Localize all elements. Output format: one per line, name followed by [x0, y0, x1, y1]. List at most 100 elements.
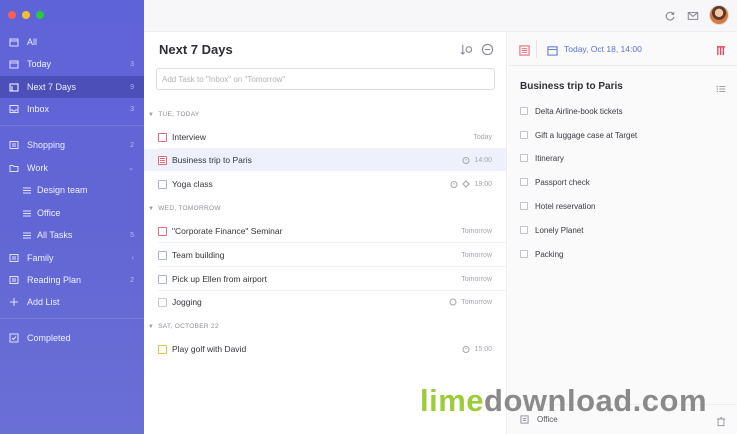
task-checkbox[interactable]	[158, 344, 167, 354]
window-controls	[8, 11, 44, 19]
task-checkbox[interactable]	[158, 297, 167, 307]
sidebar-item-label: Shopping	[27, 140, 66, 150]
task-checkbox[interactable]	[158, 226, 167, 236]
mail-icon[interactable]	[686, 9, 700, 23]
task-checkbox[interactable]	[158, 179, 167, 189]
more-options-icon[interactable]	[481, 43, 495, 57]
add-list-button[interactable]: Add List	[0, 291, 144, 313]
sidebar-item-count: 9	[130, 83, 134, 91]
calendar-icon[interactable]	[547, 43, 559, 56]
sidebar-item-all[interactable]: All	[0, 31, 144, 53]
section-header[interactable]: ▼ WED, TOMORROW	[148, 205, 221, 212]
checklist-checkbox[interactable]	[520, 226, 528, 234]
task-row[interactable]: Team building Tomorrow	[144, 244, 506, 266]
checklist-item[interactable]: Hotel reservation	[520, 199, 595, 213]
task-checkbox[interactable]	[158, 132, 167, 142]
sidebar-item-label: Add List	[27, 297, 60, 307]
checklist-checkbox[interactable]	[520, 202, 528, 210]
task-note-checkbox[interactable]	[158, 155, 167, 165]
task-due-label: Tomorrow	[461, 251, 492, 259]
checklist-mode-icon[interactable]	[716, 81, 728, 93]
task-title: Pick up Ellen from airport	[172, 274, 267, 284]
chevron-down-icon[interactable]: ⌄	[128, 164, 134, 172]
task-row[interactable]: "Corporate Finance" Seminar Tomorrow	[144, 220, 506, 242]
section-header[interactable]: ▼ SAT, OCTOBER 22	[148, 323, 219, 330]
sidebar-item-inbox[interactable]: Inbox 3	[0, 98, 144, 120]
task-row[interactable]: Interview Today	[144, 126, 506, 148]
task-checkbox[interactable]	[158, 250, 167, 260]
sidebar-divider	[0, 318, 144, 319]
checklist-item[interactable]: Packing	[520, 247, 563, 261]
checklist-checkbox[interactable]	[520, 107, 528, 115]
row-divider	[158, 242, 506, 243]
chevron-left-icon[interactable]: ‹	[132, 255, 134, 262]
zoom-window-button[interactable]	[36, 11, 44, 19]
repeat-icon	[462, 180, 471, 188]
task-due: Tomorrow	[449, 298, 492, 306]
priority-flag-icon[interactable]	[716, 43, 728, 56]
checklist-item-label: Hotel reservation	[535, 201, 596, 211]
sidebar-item-reading-plan[interactable]: Reading Plan 2	[0, 269, 144, 291]
sidebar-item-shopping[interactable]: Shopping 2	[0, 134, 144, 156]
add-task-field[interactable]	[156, 68, 495, 90]
sidebar-item-completed[interactable]: Completed	[0, 327, 144, 349]
detail-title[interactable]: Business trip to Paris	[520, 81, 623, 92]
minimize-window-button[interactable]	[22, 11, 30, 19]
add-task-input[interactable]	[157, 69, 494, 90]
section-header[interactable]: ▼ TUE, TODAY	[148, 111, 200, 118]
sidebar-item-today[interactable]: Today 3	[0, 53, 144, 75]
task-row[interactable]: Yoga class 19:00	[144, 173, 506, 195]
checklist-checkbox[interactable]	[520, 154, 528, 162]
checklist-item[interactable]: Gift a luggage case at Target	[520, 128, 637, 142]
note-type-icon[interactable]	[519, 43, 531, 56]
user-avatar[interactable]	[709, 5, 729, 25]
calendar-icon	[9, 59, 19, 69]
trash-icon[interactable]	[716, 414, 728, 427]
task-row[interactable]: Jogging Tomorrow	[144, 291, 506, 313]
sidebar-item-label: Inbox	[27, 104, 50, 114]
sidebar-item-family[interactable]: Family ‹	[0, 247, 144, 269]
caret-down-icon: ▼	[148, 111, 155, 118]
checklist-item[interactable]: Itinerary	[520, 151, 564, 165]
list-icon	[22, 230, 32, 240]
sidebar-item-count: 2	[130, 276, 134, 284]
checklist-checkbox[interactable]	[520, 250, 528, 258]
checklist-item[interactable]: Delta Airline-book tickets	[520, 104, 623, 118]
task-row[interactable]: Play golf with David 15:00	[144, 338, 506, 360]
sidebar-item-next-7-days[interactable]: Next 7 Days 9	[0, 76, 144, 98]
task-list-pane: Next 7 Days ▼ TUE, TODAY Interview Today…	[144, 32, 507, 434]
checklist-item-label: Passport check	[535, 177, 590, 187]
sort-icon[interactable]	[460, 43, 474, 57]
sidebar-item-office[interactable]: Office	[0, 202, 144, 224]
sync-icon[interactable]	[663, 9, 677, 23]
row-divider	[158, 266, 506, 267]
close-window-button[interactable]	[8, 11, 16, 19]
task-due-label: Today	[473, 133, 492, 141]
alarm-icon	[450, 181, 458, 188]
sidebar-item-design-team[interactable]: Design team	[0, 179, 144, 201]
task-checkbox[interactable]	[158, 274, 167, 284]
task-due-label: Tomorrow	[461, 227, 492, 235]
sidebar-item-all-tasks[interactable]: All Tasks 5	[0, 224, 144, 246]
task-row[interactable]: Pick up Ellen from airport Tomorrow	[144, 268, 506, 290]
checklist-item-label: Lonely Planet	[535, 225, 584, 235]
task-title: Interview	[172, 132, 207, 142]
sidebar-item-label: All	[27, 37, 38, 47]
checklist-checkbox[interactable]	[520, 178, 528, 186]
list-icon	[9, 275, 19, 285]
sidebar-divider	[0, 125, 144, 126]
task-due: 19:00	[450, 180, 492, 188]
due-date-label[interactable]: Today, Oct 18, 14:00	[564, 44, 642, 54]
watermark-part2: download.com	[484, 383, 708, 418]
task-row[interactable]: Business trip to Paris 14:00	[144, 149, 506, 171]
checklist-item[interactable]: Passport check	[520, 175, 590, 189]
sidebar-item-work[interactable]: Work ⌄	[0, 157, 144, 179]
plus-icon	[9, 297, 19, 307]
watermark: limedownload.com	[420, 383, 707, 419]
checklist-checkbox[interactable]	[520, 131, 528, 139]
checklist-item[interactable]: Lonely Planet	[520, 223, 583, 237]
calendar-icon	[9, 37, 19, 47]
repeat-icon	[449, 298, 457, 306]
task-title: Team building	[172, 250, 225, 260]
alarm-icon	[462, 346, 470, 353]
